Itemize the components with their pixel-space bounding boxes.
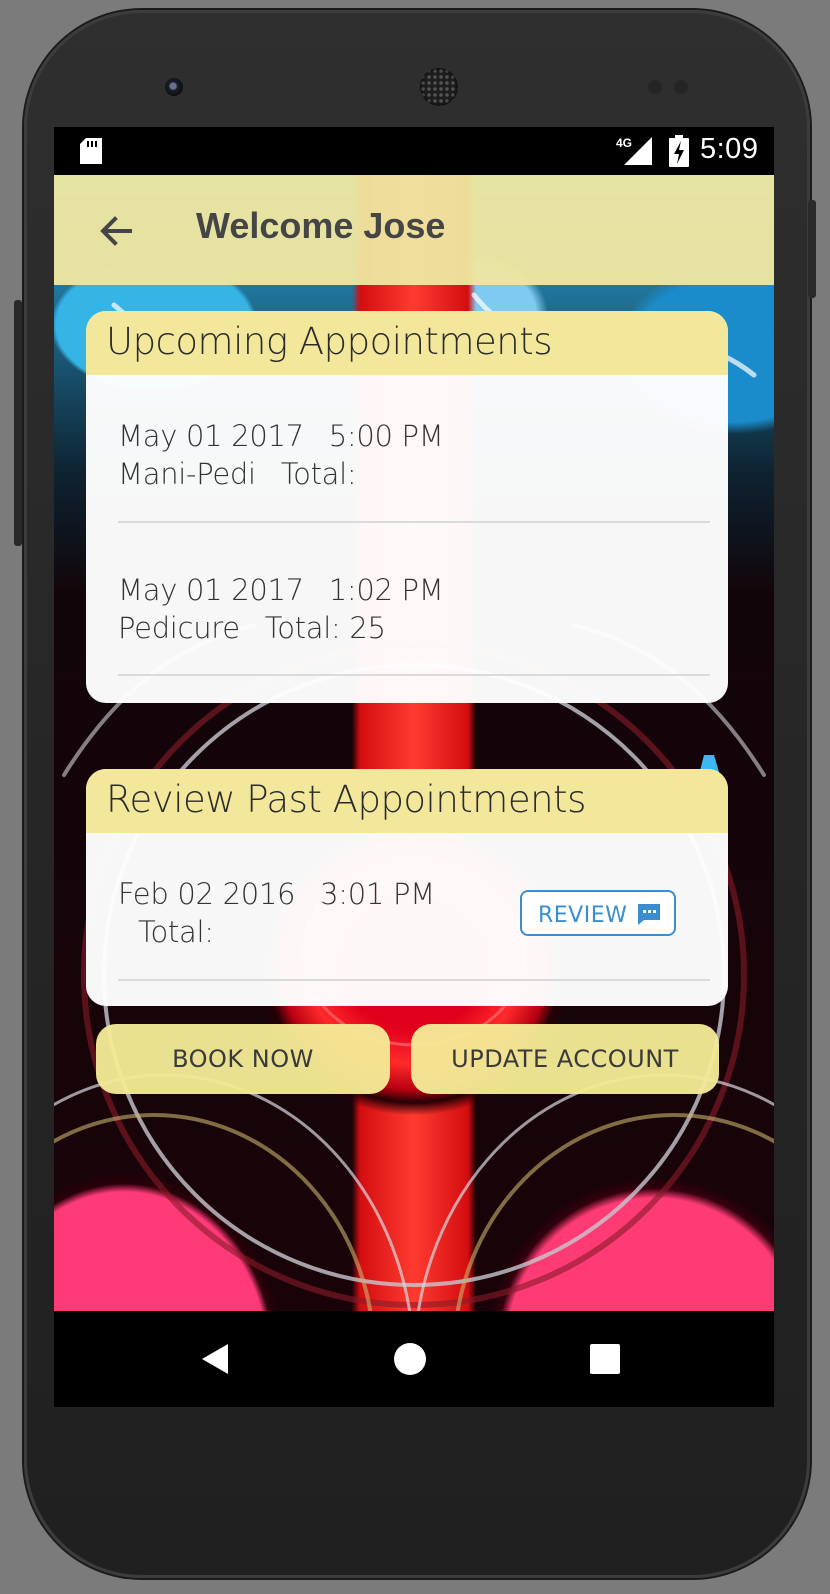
front-camera	[165, 78, 183, 96]
review-button-label: REVIEW	[538, 903, 628, 928]
upcoming-appointments-heading: Upcoming Appointments	[86, 311, 728, 375]
appointment-time: 3:01 PM	[320, 877, 435, 911]
nav-home-icon[interactable]	[394, 1343, 426, 1375]
list-item[interactable]: May 01 2017 5:00 PM Mani-Pedi Total:	[118, 419, 710, 523]
past-appointments-heading: Review Past Appointments	[86, 769, 728, 833]
navigation-bar	[54, 1311, 774, 1407]
appointment-date: May 01 2017	[118, 419, 304, 453]
appointment-total: Total: 25	[264, 611, 386, 645]
battery-icon	[669, 135, 689, 167]
proximity-sensor	[648, 80, 662, 94]
upcoming-appointments-card: Upcoming Appointments May 01 2017 5:00 P…	[86, 311, 728, 703]
nav-back-icon[interactable]	[200, 1342, 230, 1376]
app-bar: Welcome Jose	[54, 175, 774, 285]
appointment-total: Total:	[138, 915, 214, 949]
volume-button	[14, 300, 22, 546]
network-type-label: 4G	[616, 136, 632, 150]
appointment-date: Feb 02 2016	[118, 877, 296, 911]
sd-card-icon	[80, 138, 102, 164]
appointment-date: May 01 2017	[118, 573, 304, 607]
review-button[interactable]: REVIEW	[520, 890, 676, 936]
power-button	[808, 200, 816, 298]
past-appointments-card: Review Past Appointments Feb 02 2016 3:0…	[86, 769, 728, 1006]
device-screen: 4G 5:09 Welcome Jose Upcoming Appointmen…	[54, 127, 774, 1407]
page-title: Welcome Jose	[196, 205, 446, 246]
status-bar: 4G 5:09	[54, 127, 774, 175]
list-item[interactable]: May 01 2017 1:02 PM Pedicure Total: 25	[118, 573, 710, 676]
app-content: Welcome Jose Upcoming Appointments May 0…	[54, 175, 774, 1311]
arrow-left-icon[interactable]	[96, 211, 136, 251]
status-time: 5:09	[700, 133, 759, 165]
appointment-time: 5:00 PM	[328, 419, 444, 453]
appointment-time: 1:02 PM	[328, 573, 444, 607]
appointment-service: Pedicure	[118, 611, 240, 645]
nav-recents-icon[interactable]	[590, 1344, 620, 1374]
update-account-button[interactable]: UPDATE ACCOUNT	[411, 1024, 719, 1094]
appointment-total: Total:	[280, 457, 357, 491]
signal-icon: 4G	[616, 136, 652, 165]
book-now-button[interactable]: BOOK NOW	[96, 1024, 390, 1094]
earpiece-speaker	[420, 68, 458, 106]
light-sensor	[674, 80, 688, 94]
chat-bubble-icon	[638, 904, 660, 925]
appointment-service: Mani-Pedi	[118, 457, 256, 491]
